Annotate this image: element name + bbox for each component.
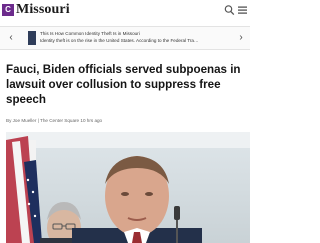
site-header: C Missouri <box>0 0 250 22</box>
search-icon[interactable] <box>224 4 235 16</box>
site-logo[interactable]: C <box>2 4 14 16</box>
news-ticker: ‹ This Is How Common Identity Theft Is i… <box>0 26 250 50</box>
site-title[interactable]: Missouri <box>16 2 70 18</box>
byline-time: 10 hrs ago <box>80 118 103 123</box>
article-headline: Fauci, Biden officials served subpoenas … <box>6 63 241 106</box>
speaker-shape <box>72 156 202 243</box>
byline-author[interactable]: By Joe Mueller | The Center Square <box>6 118 79 123</box>
ticker-headline: This Is How Common Identity Theft Is in … <box>40 31 140 36</box>
ticker-next-icon[interactable]: › <box>236 32 246 44</box>
article-photo[interactable] <box>6 132 250 243</box>
ticker-summary: Identity theft is on the rise in the Uni… <box>40 38 199 43</box>
article-byline: By Joe Mueller | The Center Square 10 hr… <box>6 118 102 123</box>
ticker-story[interactable]: This Is How Common Identity Theft Is in … <box>40 30 230 44</box>
menu-icon[interactable] <box>237 4 248 16</box>
photo-illustration <box>6 136 202 243</box>
flag-shape <box>6 136 42 243</box>
ticker-thumbnail[interactable] <box>28 31 36 45</box>
ticker-prev-icon[interactable]: ‹ <box>6 32 16 44</box>
